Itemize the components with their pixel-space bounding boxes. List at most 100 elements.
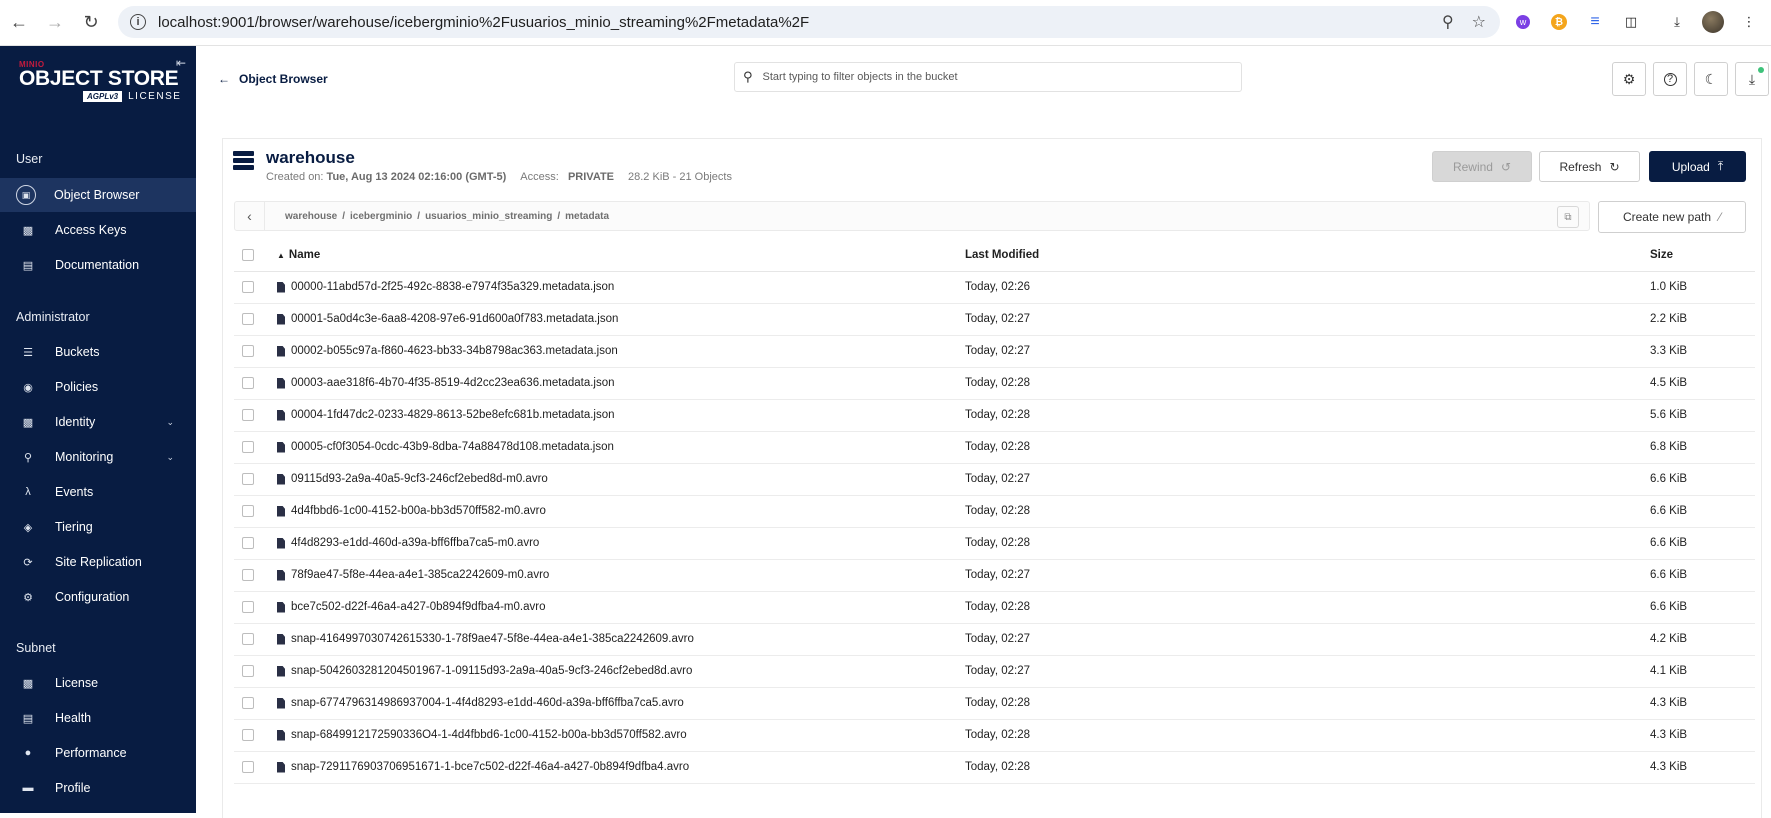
- file-name[interactable]: 00004-1fd47dc2-0233-4829-8613-52be8efc68…: [291, 409, 615, 421]
- download-icon[interactable]: ⤓: [1666, 11, 1688, 33]
- profile-avatar[interactable]: [1702, 11, 1724, 33]
- file-name[interactable]: snap-5042603281204501967-1-09115d93-2a9a…: [291, 665, 692, 677]
- row-checkbox[interactable]: [242, 729, 254, 741]
- row-checkbox[interactable]: [242, 537, 254, 549]
- file-name[interactable]: 09115d93-2a9a-40a5-9cf3-246cf2ebed8d-m0.…: [291, 473, 548, 485]
- copy-path-icon[interactable]: ⧉: [1557, 206, 1579, 228]
- back-arrow-icon[interactable]: ←: [8, 12, 30, 34]
- dark-mode-button[interactable]: ☾: [1694, 62, 1728, 96]
- sidebar-item-performance[interactable]: ● Performance: [0, 736, 196, 770]
- rewind-button[interactable]: Rewind ↺: [1432, 151, 1532, 182]
- table-row[interactable]: 00004-1fd47dc2-0233-4829-8613-52be8efc68…: [234, 399, 1755, 432]
- sidebar-item-buckets[interactable]: ☰ Buckets: [0, 335, 196, 369]
- table-row[interactable]: 78f9ae47-5f8e-44ea-a4e1-385ca2242609-m0.…: [234, 559, 1755, 592]
- sidebar-item-policies[interactable]: ◉ Policies: [0, 370, 196, 404]
- row-checkbox[interactable]: [242, 313, 254, 325]
- sidebar-item-profile[interactable]: ▬ Profile: [0, 771, 196, 805]
- url-text[interactable]: localhost:9001/browser/warehouse/iceberg…: [158, 14, 809, 31]
- table-row[interactable]: 00000-11abd57d-2f25-492c-8838-e7974f35a3…: [234, 271, 1755, 304]
- table-row[interactable]: snap-5042603281204501967-1-09115d93-2a9a…: [234, 655, 1755, 688]
- file-name[interactable]: 00001-5a0d4c3e-6aa8-4208-97e6-91d600a0f7…: [291, 313, 618, 325]
- sidebar-item-site-replication[interactable]: ⟳ Site Replication: [0, 545, 196, 579]
- table-row[interactable]: 4d4fbbd6-1c00-4152-b00a-bb3d570ff582-m0.…: [234, 495, 1755, 528]
- forward-arrow-icon[interactable]: →: [44, 12, 66, 34]
- row-checkbox[interactable]: [242, 409, 254, 421]
- file-name[interactable]: snap-6849912172590336O4-1-4d4fbbd6-1c00-…: [291, 729, 687, 741]
- extension-blue-icon[interactable]: ≡: [1584, 11, 1606, 33]
- file-name[interactable]: 00005-cf0f3054-0cdc-43b9-8dba-74a88478d1…: [291, 441, 614, 453]
- row-checkbox[interactable]: [242, 697, 254, 709]
- table-row[interactable]: 00002-b055c97a-f860-4623-bb33-34b8798ac3…: [234, 335, 1755, 368]
- sidebar-item-license[interactable]: ▩ License: [0, 666, 196, 700]
- row-checkbox[interactable]: [242, 505, 254, 517]
- create-new-path-button[interactable]: Create new path ⁄: [1598, 201, 1746, 233]
- sidebar-item-configuration[interactable]: ⚙ Configuration: [0, 580, 196, 614]
- column-name[interactable]: ▲ Name: [277, 239, 965, 272]
- file-name[interactable]: 00003-aae318f6-4b70-4f35-8519-4d2cc23ea6…: [291, 377, 615, 389]
- downloads-button[interactable]: ⤓: [1735, 62, 1769, 96]
- row-checkbox[interactable]: [242, 377, 254, 389]
- file-name[interactable]: snap-4164997030742615330-1-78f9ae47-5f8e…: [291, 633, 694, 645]
- table-row[interactable]: snap-6774796314986937004-1-4f4d8293-e1dd…: [234, 687, 1755, 720]
- row-checkbox[interactable]: [242, 569, 254, 581]
- table-row[interactable]: 09115d93-2a9a-40a5-9cf3-246cf2ebed8d-m0.…: [234, 463, 1755, 496]
- table-row[interactable]: snap-4164997030742615330-1-78f9ae47-5f8e…: [234, 623, 1755, 656]
- back-to-object-browser[interactable]: ← Object Browser: [218, 72, 328, 86]
- sidebar-item-access-keys[interactable]: ▩ Access Keys: [0, 213, 196, 247]
- search-placeholder[interactable]: Start typing to filter objects in the bu…: [763, 71, 958, 83]
- site-info-icon[interactable]: i: [130, 14, 146, 30]
- sidebar-item-identity[interactable]: ▩ Identity ⌄: [0, 405, 196, 439]
- extension-orange-icon[interactable]: ₿: [1548, 11, 1570, 33]
- extension-purple-icon[interactable]: w: [1512, 11, 1534, 33]
- browser-menu-icon[interactable]: ⋮: [1738, 11, 1760, 33]
- table-row[interactable]: snap-6849912172590336O4-1-4d4fbbd6-1c00-…: [234, 719, 1755, 752]
- breadcrumb-item[interactable]: usuarios_minio_streaming: [425, 211, 552, 222]
- row-checkbox[interactable]: [242, 665, 254, 677]
- row-checkbox[interactable]: [242, 601, 254, 613]
- breadcrumb-item[interactable]: warehouse: [285, 211, 337, 222]
- address-bar[interactable]: i localhost:9001/browser/warehouse/icebe…: [118, 6, 1500, 38]
- chevron-down-icon[interactable]: ⌄: [166, 452, 174, 463]
- file-name[interactable]: 00002-b055c97a-f860-4623-bb33-34b8798ac3…: [291, 345, 618, 357]
- select-all-checkbox[interactable]: [242, 248, 254, 261]
- filter-objects-search[interactable]: ⚲ Start typing to filter objects in the …: [734, 62, 1242, 92]
- file-name[interactable]: 78f9ae47-5f8e-44ea-a4e1-385ca2242609-m0.…: [291, 569, 549, 581]
- sidebar-item-monitoring[interactable]: ⚲ Monitoring ⌄: [0, 440, 196, 474]
- row-checkbox[interactable]: [242, 761, 254, 773]
- extensions-puzzle-icon[interactable]: ◫: [1620, 11, 1642, 33]
- sidebar-item-events[interactable]: λ Events: [0, 475, 196, 509]
- table-row[interactable]: snap-7291176903706951671-1-bce7c502-d22f…: [234, 751, 1755, 784]
- chevron-down-icon[interactable]: ⌄: [166, 417, 174, 428]
- refresh-button[interactable]: Refresh ↻: [1539, 151, 1640, 182]
- file-name[interactable]: 4d4fbbd6-1c00-4152-b00a-bb3d570ff582-m0.…: [291, 505, 546, 517]
- breadcrumb-item[interactable]: metadata: [565, 211, 609, 222]
- sidebar-item-object-browser[interactable]: ▣ Object Browser: [0, 178, 196, 212]
- file-name[interactable]: snap-7291176903706951671-1-bce7c502-d22f…: [291, 761, 689, 773]
- file-name[interactable]: bce7c502-d22f-46a4-a427-0b894f9dfba4-m0.…: [291, 601, 545, 613]
- row-checkbox[interactable]: [242, 633, 254, 645]
- zoom-icon[interactable]: ⚲: [1442, 12, 1454, 32]
- reload-icon[interactable]: ↻: [80, 12, 102, 34]
- file-name[interactable]: 4f4d8293-e1dd-460d-a39a-bff6ffba7ca5-m0.…: [291, 537, 539, 549]
- breadcrumb-item[interactable]: icebergminio: [350, 211, 412, 222]
- help-button[interactable]: ?: [1653, 62, 1687, 96]
- file-name[interactable]: snap-6774796314986937004-1-4f4d8293-e1dd…: [291, 697, 684, 709]
- row-checkbox[interactable]: [242, 345, 254, 357]
- file-name[interactable]: 00000-11abd57d-2f25-492c-8838-e7974f35a3…: [291, 281, 614, 293]
- collapse-sidebar-icon[interactable]: ⇤: [176, 56, 186, 70]
- table-row[interactable]: bce7c502-d22f-46a4-a427-0b894f9dfba4-m0.…: [234, 591, 1755, 624]
- column-last-modified[interactable]: Last Modified: [965, 239, 1650, 272]
- sidebar-item-health[interactable]: ▤ Health: [0, 701, 196, 735]
- row-checkbox[interactable]: [242, 441, 254, 453]
- upload-button[interactable]: Upload ⤒: [1649, 151, 1746, 182]
- bookmark-star-icon[interactable]: ☆: [1472, 12, 1486, 32]
- table-row[interactable]: 00001-5a0d4c3e-6aa8-4208-97e6-91d600a0f7…: [234, 303, 1755, 336]
- row-checkbox[interactable]: [242, 473, 254, 485]
- table-row[interactable]: 00003-aae318f6-4b70-4f35-8519-4d2cc23ea6…: [234, 367, 1755, 400]
- sidebar-item-documentation[interactable]: ▤ Documentation: [0, 248, 196, 282]
- settings-button[interactable]: ⚙: [1612, 62, 1646, 96]
- table-row[interactable]: 00005-cf0f3054-0cdc-43b9-8dba-74a88478d1…: [234, 431, 1755, 464]
- sidebar-item-tiering[interactable]: ◈ Tiering: [0, 510, 196, 544]
- table-row[interactable]: 4f4d8293-e1dd-460d-a39a-bff6ffba7ca5-m0.…: [234, 527, 1755, 560]
- column-size[interactable]: Size: [1650, 239, 1755, 272]
